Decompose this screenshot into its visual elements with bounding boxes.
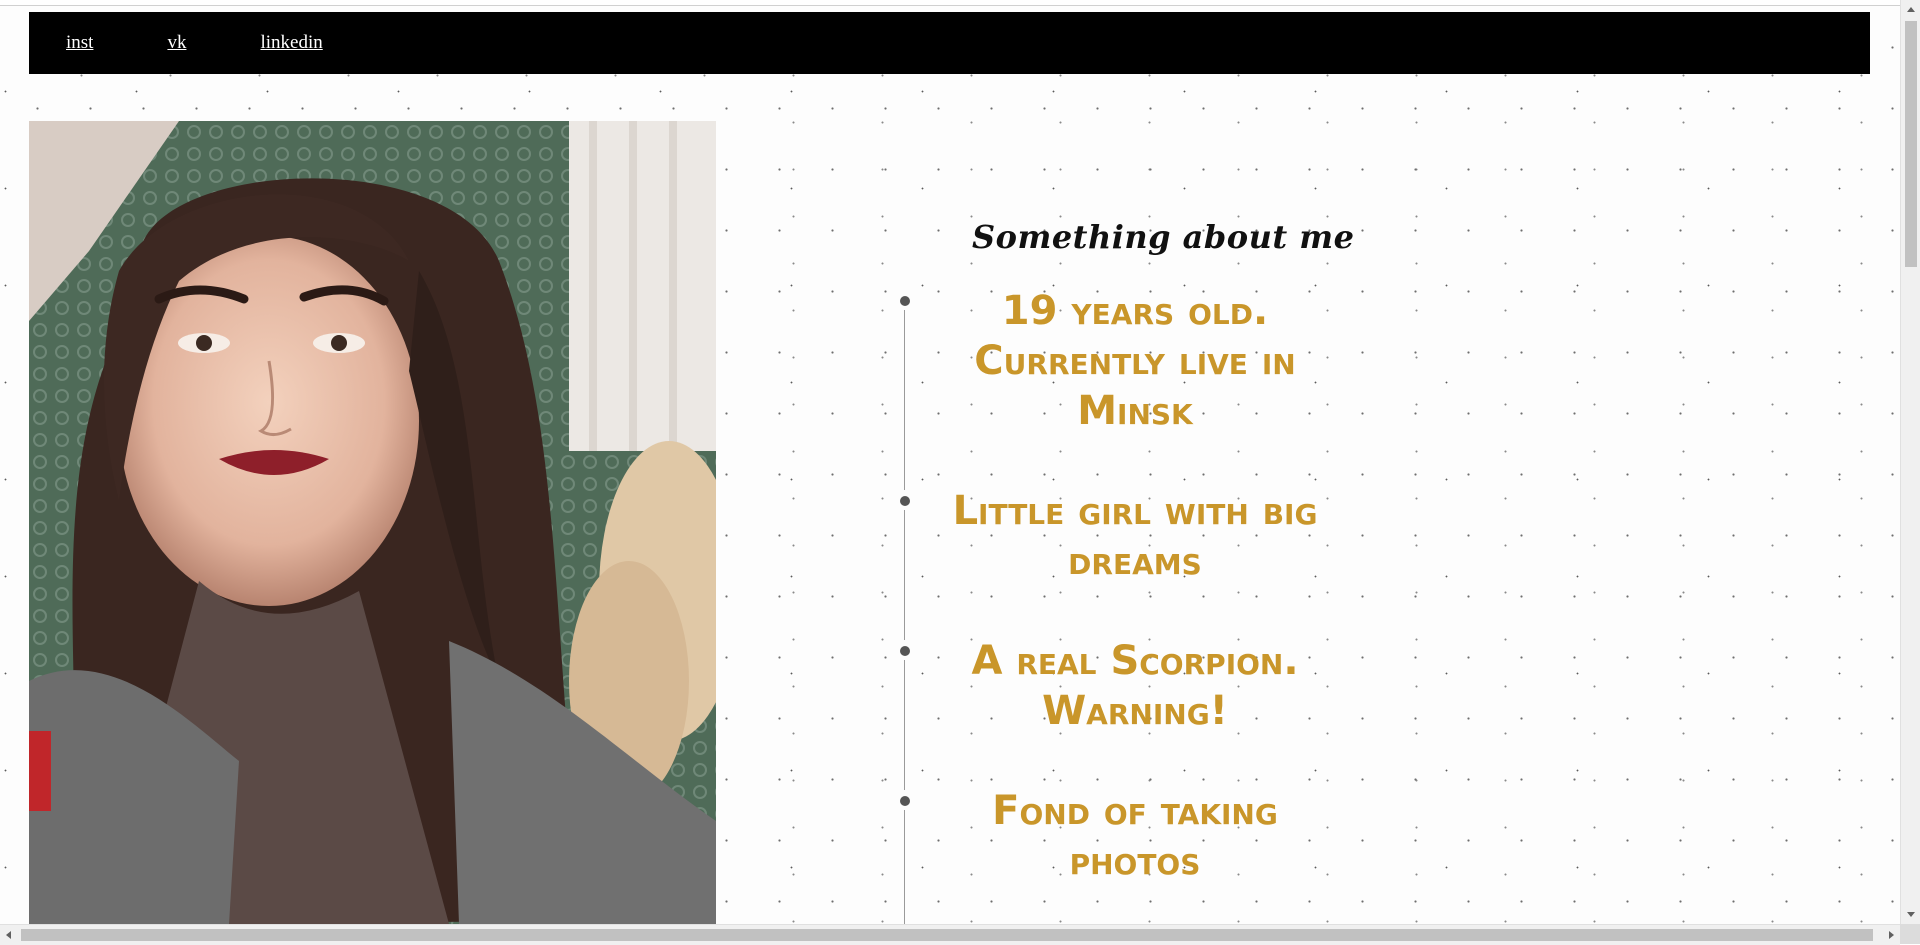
timeline-line xyxy=(904,310,905,490)
timeline-text: Fond of taking photos xyxy=(992,788,1278,884)
timeline-line xyxy=(904,660,905,790)
timeline-dot xyxy=(900,646,910,656)
horizontal-scrollbar[interactable] xyxy=(0,924,1900,945)
social-navbar: inst vk linkedin xyxy=(29,12,1870,74)
timeline-line xyxy=(904,810,905,924)
horizontal-scroll-thumb[interactable] xyxy=(21,929,1873,941)
timeline-text: A real Scorpion. Warning! xyxy=(971,638,1299,734)
nav-link-inst[interactable]: inst xyxy=(66,32,93,54)
timeline-line xyxy=(904,510,905,640)
scrollbar-corner xyxy=(1900,924,1920,944)
scroll-up-icon[interactable] xyxy=(1907,7,1915,12)
timeline-dot xyxy=(900,496,910,506)
page: inst vk linkedin Something about me 19 y… xyxy=(0,0,1900,924)
timeline-text: 19 years old. Currently live in Minsk xyxy=(974,288,1296,434)
nav-link-linkedin[interactable]: linkedin xyxy=(260,32,322,54)
nav-link-vk[interactable]: vk xyxy=(167,32,186,54)
profile-photo xyxy=(29,121,716,924)
timeline-text: Little girl with big dreams xyxy=(952,488,1318,584)
scroll-right-icon[interactable] xyxy=(1889,931,1894,939)
top-border xyxy=(0,0,1900,6)
scroll-left-icon[interactable] xyxy=(6,931,11,939)
scroll-down-icon[interactable] xyxy=(1907,912,1915,917)
vertical-scroll-thumb[interactable] xyxy=(1905,21,1917,267)
vertical-scrollbar[interactable] xyxy=(1900,0,1920,924)
timeline-dot xyxy=(900,296,910,306)
portrait-image xyxy=(29,121,716,924)
timeline-dot xyxy=(900,796,910,806)
about-title: Something about me xyxy=(972,218,1355,256)
